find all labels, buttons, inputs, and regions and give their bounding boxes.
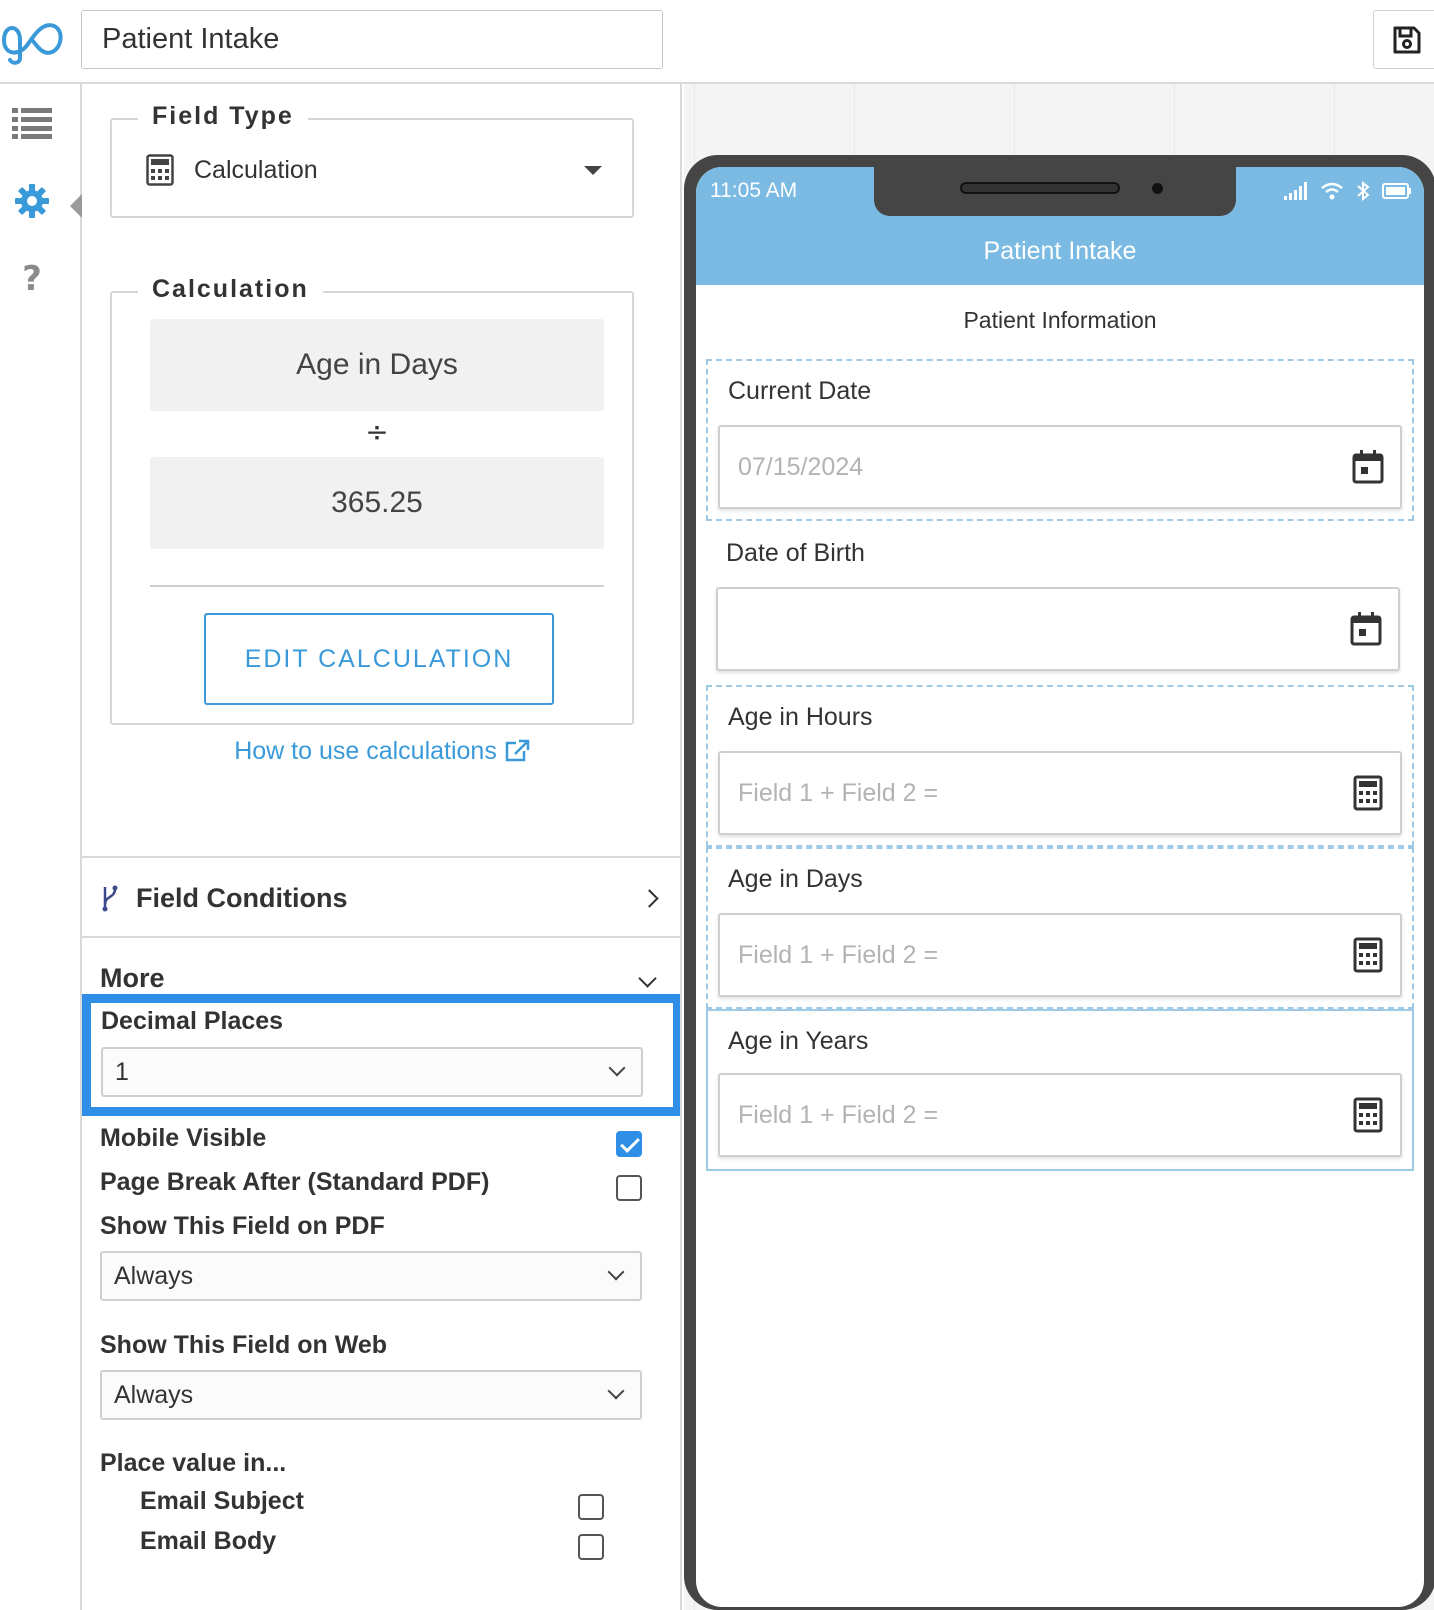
more-label: More: [100, 962, 165, 993]
rail-item-settings[interactable]: [0, 176, 64, 226]
gear-icon: [15, 184, 49, 218]
page-break-after-label: Page Break After (Standard PDF): [100, 1168, 490, 1196]
calc-operator: ÷: [365, 415, 389, 448]
email-body-label: Email Body: [140, 1527, 277, 1555]
field-block-age-in-days[interactable]: Age in Days Field 1 + Field 2 =: [706, 847, 1414, 1009]
calculator-icon: [146, 154, 174, 186]
battery-icon: [1382, 183, 1411, 199]
mobile-visible-checkbox[interactable]: [616, 1131, 642, 1157]
top-bar: Patient Intake: [0, 0, 1434, 84]
field-placeholder: Field 1 + Field 2 =: [738, 941, 939, 969]
chevron-down-icon: [608, 1059, 626, 1077]
field-label: Age in Hours: [728, 703, 873, 731]
wifi-icon: [1321, 182, 1343, 200]
field-type-select[interactable]: Calculation: [146, 150, 602, 190]
decimal-places-highlight: Decimal Places 1: [82, 994, 680, 1116]
section-title: Patient Information: [963, 307, 1157, 333]
decimal-places-label: Decimal Places: [101, 1007, 284, 1035]
app-title: Patient Intake: [983, 237, 1137, 265]
field-label: Age in Days: [728, 865, 863, 893]
calculator-icon: [1353, 775, 1383, 811]
show-on-web-value: Always: [114, 1380, 194, 1409]
caret-down-icon: [584, 165, 602, 175]
chevron-down-icon: [607, 1382, 625, 1400]
calculator-icon: [1353, 1097, 1383, 1133]
chevron-right-icon: [640, 888, 659, 908]
status-time: 11:05 AM: [710, 179, 798, 202]
form-title-input[interactable]: Patient Intake: [81, 10, 663, 69]
list-icon: [12, 108, 52, 139]
save-button[interactable]: [1373, 10, 1434, 69]
field-type-legend: Field Type: [138, 102, 308, 131]
save-icon: [1393, 26, 1421, 53]
field-label: Current Date: [728, 377, 872, 405]
calc-operand-2: 365.25: [150, 457, 604, 549]
calculation-group: Calculation Age in Days ÷ 365.25 EDIT CA…: [110, 275, 634, 725]
external-link-icon: [505, 740, 530, 762]
calendar-icon: [1350, 612, 1382, 646]
bluetooth-icon: [1357, 181, 1370, 201]
field-input[interactable]: Field 1 + Field 2 =: [718, 1073, 1402, 1157]
chevron-down-icon: [607, 1263, 625, 1281]
left-rail: ?: [0, 84, 82, 1610]
calculation-legend: Calculation: [138, 275, 323, 304]
field-placeholder: Field 1 + Field 2 =: [738, 779, 939, 807]
decimal-places-select[interactable]: 1: [101, 1047, 643, 1097]
show-on-pdf-value: Always: [114, 1261, 194, 1290]
field-input[interactable]: [716, 587, 1400, 671]
field-block-age-in-hours[interactable]: Age in Hours Field 1 + Field 2 =: [706, 685, 1414, 847]
phone-speaker: [960, 182, 1120, 194]
status-icons: [1284, 181, 1412, 201]
phone-header: 11:05 AM Patient Intake: [696, 167, 1424, 285]
field-conditions-label: Field Conditions: [136, 882, 348, 913]
rail-item-fields[interactable]: [0, 98, 64, 148]
field-settings-panel: Field Type Calculation Calculation Age i…: [82, 84, 682, 1610]
field-type-value: Calculation: [194, 155, 318, 184]
field-placeholder: 07/15/2024: [738, 453, 864, 481]
field-block-current-date[interactable]: Current Date 07/15/2024: [706, 359, 1414, 521]
show-on-web-select[interactable]: Always: [100, 1370, 642, 1420]
field-block-date-of-birth[interactable]: Date of Birth: [706, 523, 1414, 685]
phone-preview: 11:05 AM Patient Intake Patient Informat…: [684, 155, 1434, 1610]
calc-divider: [150, 585, 604, 587]
phone-screen: 11:05 AM Patient Intake Patient Informat…: [696, 167, 1424, 1607]
phone-camera: [1152, 183, 1163, 194]
email-subject-label: Email Subject: [140, 1487, 304, 1515]
email-subject-checkbox[interactable]: [578, 1494, 604, 1520]
field-block-age-in-years[interactable]: Age in Years Field 1 + Field 2 =: [706, 1009, 1414, 1171]
how-to-use-calculations-link[interactable]: How to use calculations: [82, 736, 680, 766]
go-logo[interactable]: [0, 14, 66, 66]
calendar-icon: [1352, 450, 1384, 484]
edit-calculation-button[interactable]: EDIT CALCULATION: [204, 613, 554, 705]
field-input[interactable]: Field 1 + Field 2 =: [718, 751, 1402, 835]
field-label: Date of Birth: [726, 539, 865, 567]
field-input[interactable]: 07/15/2024: [718, 425, 1402, 509]
field-placeholder: Field 1 + Field 2 =: [738, 1101, 939, 1129]
field-type-group: Field Type Calculation: [110, 102, 634, 218]
show-on-pdf-select[interactable]: Always: [100, 1251, 642, 1301]
page-break-after-checkbox[interactable]: [616, 1175, 642, 1201]
active-indicator-arrow: [70, 194, 82, 218]
place-value-in-label: Place value in...: [100, 1449, 287, 1477]
show-on-pdf-label: Show This Field on PDF: [100, 1212, 385, 1240]
chevron-down-icon: [638, 968, 657, 988]
help-icon: ?: [22, 259, 42, 299]
field-label: Age in Years: [728, 1027, 869, 1055]
rail-item-help[interactable]: ?: [0, 254, 64, 304]
phone-notch: [874, 167, 1236, 216]
signal-icon: [1284, 182, 1307, 200]
decimal-places-value: 1: [115, 1057, 129, 1086]
calculator-icon: [1353, 937, 1383, 973]
branch-icon: [102, 885, 118, 912]
calc-operand-1: Age in Days: [150, 319, 604, 411]
field-conditions-row[interactable]: Field Conditions: [82, 856, 680, 938]
how-to-use-link-text: How to use calculations: [234, 736, 497, 765]
email-body-checkbox[interactable]: [578, 1534, 604, 1560]
field-input[interactable]: Field 1 + Field 2 =: [718, 913, 1402, 997]
show-on-web-label: Show This Field on Web: [100, 1331, 388, 1359]
mobile-visible-label: Mobile Visible: [100, 1124, 267, 1152]
